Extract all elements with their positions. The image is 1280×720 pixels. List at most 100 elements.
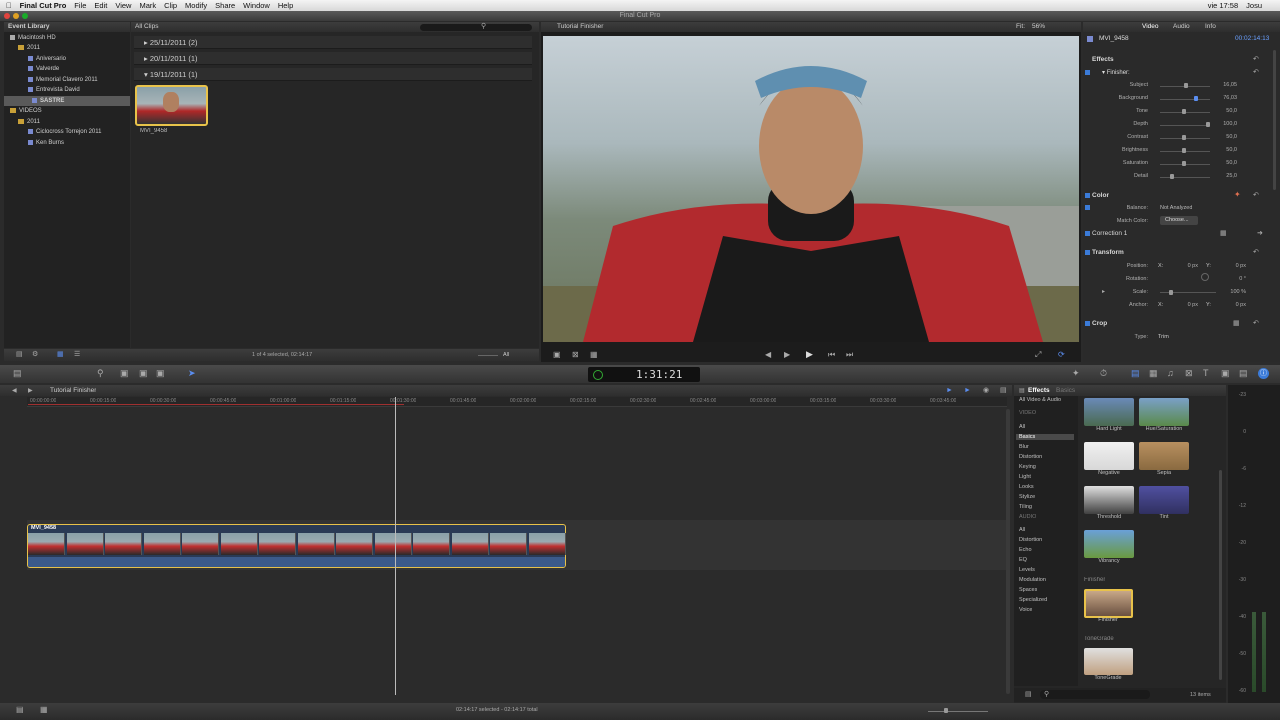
audio-category-item[interactable]: Echo: [1019, 547, 1032, 553]
clock[interactable]: vie 17:58: [1208, 1, 1238, 10]
library-item-entrevista-david[interactable]: Entrevista David: [0, 85, 130, 95]
sidebar-toggle-icon[interactable]: ▤: [1025, 691, 1032, 699]
crop-type-select[interactable]: Trim: [1158, 334, 1169, 340]
correction-checkbox[interactable]: [1085, 231, 1090, 236]
back-arrow-icon[interactable]: ◀: [12, 387, 17, 395]
select-tool-icon[interactable]: ➤: [188, 369, 196, 378]
inspector-scrollbar[interactable]: [1273, 50, 1276, 190]
category-all-video-audio[interactable]: All Video & Audio: [1019, 397, 1061, 403]
scale-value[interactable]: 100 %: [1206, 289, 1246, 295]
correction-title[interactable]: Correction 1: [1092, 230, 1127, 237]
position-y-value[interactable]: 0 px: [1206, 263, 1246, 269]
crop-checkbox[interactable]: [1085, 321, 1090, 326]
video-category-item[interactable]: Light: [1019, 474, 1031, 480]
tab-audio[interactable]: Audio: [1173, 23, 1190, 30]
param-value[interactable]: 50,0: [1197, 147, 1237, 153]
zoom-level[interactable]: 56%: [1032, 23, 1045, 30]
transitions-browser-icon[interactable]: ⊠: [1185, 369, 1193, 378]
record-voiceover-icon[interactable]: ▤: [13, 369, 22, 378]
date-group-20-11[interactable]: ▸ 20/11/2011 (1): [134, 52, 532, 65]
menu-window[interactable]: Window: [243, 1, 270, 10]
video-category-item[interactable]: Basics: [1016, 434, 1074, 440]
timeline-scrollbar[interactable]: [1006, 409, 1010, 694]
solo-icon[interactable]: ◉: [983, 387, 989, 395]
param-value[interactable]: 50,0: [1197, 108, 1237, 114]
audio-category-item[interactable]: EQ: [1019, 557, 1027, 563]
keyword-icon[interactable]: ⚲: [97, 369, 104, 378]
param-slider-knob[interactable]: [1182, 161, 1186, 166]
transform-icon[interactable]: ⊠: [572, 351, 579, 359]
music-browser-icon[interactable]: ♫: [1167, 369, 1174, 378]
go-to-end-icon[interactable]: ⏭: [846, 351, 853, 359]
next-frame-icon[interactable]: ▶: [784, 351, 790, 359]
effect-thumbnail[interactable]: [1139, 442, 1189, 470]
library-item-aniversario[interactable]: Aniversario: [0, 54, 130, 64]
audio-category-item[interactable]: Modulation: [1019, 577, 1046, 583]
video-category-item[interactable]: Blur: [1019, 444, 1029, 450]
menu-help[interactable]: Help: [278, 1, 293, 10]
video-category-item[interactable]: Looks: [1019, 484, 1034, 490]
param-value[interactable]: 25,0: [1197, 173, 1237, 179]
transform-checkbox[interactable]: [1085, 250, 1090, 255]
crop-icon[interactable]: ▦: [1233, 320, 1240, 328]
photo-browser-icon[interactable]: ▦: [1149, 369, 1158, 378]
retime-icon[interactable]: ⏱: [1100, 369, 1107, 378]
video-category-item[interactable]: Stylize: [1019, 494, 1035, 500]
reset-icon[interactable]: ↶: [1253, 192, 1259, 200]
library-item-videos[interactable]: VIDEOS: [0, 106, 130, 116]
scale-slider-knob[interactable]: [1169, 290, 1173, 295]
param-value[interactable]: 50,0: [1197, 134, 1237, 140]
tonegrade-effect-thumbnail[interactable]: [1084, 648, 1133, 675]
effect-thumbnail[interactable]: [1084, 442, 1134, 470]
viewer-layout-icon[interactable]: ▣: [553, 351, 561, 359]
param-value[interactable]: 100,0: [1197, 121, 1237, 127]
fullscreen-icon[interactable]: ⤢: [1035, 351, 1041, 359]
library-item-2011[interactable]: 2011: [0, 43, 130, 53]
gear-icon[interactable]: ⚙: [32, 351, 38, 359]
prev-frame-icon[interactable]: ◀: [765, 351, 771, 359]
themes-browser-icon[interactable]: ▤: [1239, 369, 1248, 378]
date-group-19-11[interactable]: ▾ 19/11/2011 (1): [134, 68, 532, 81]
param-value[interactable]: 76,03: [1197, 95, 1237, 101]
param-slider-knob[interactable]: [1182, 135, 1186, 140]
menu-modify[interactable]: Modify: [185, 1, 207, 10]
enhance-icon[interactable]: ✦: [1072, 369, 1080, 378]
library-item-memorial-clavero[interactable]: Memorial Clavero 2011: [0, 75, 130, 85]
close-window-icon[interactable]: [4, 13, 10, 19]
library-item-macintosh-hd[interactable]: Macintosh HD: [0, 33, 130, 43]
anchor-x-value[interactable]: 0 px: [1158, 302, 1198, 308]
app-menu[interactable]: Final Cut Pro: [20, 1, 67, 10]
minimize-window-icon[interactable]: [13, 13, 19, 19]
crop-section-title[interactable]: Crop: [1092, 320, 1107, 327]
arrow-icon[interactable]: ➜: [1257, 230, 1263, 238]
video-category-item[interactable]: All: [1019, 424, 1025, 430]
transform-section-title[interactable]: Transform: [1092, 249, 1124, 256]
param-slider-knob[interactable]: [1184, 83, 1188, 88]
audio-category-item[interactable]: All: [1019, 527, 1025, 533]
go-to-start-icon[interactable]: ⏮: [828, 351, 835, 359]
param-value[interactable]: 50,0: [1197, 160, 1237, 166]
clip-thumbnail[interactable]: [135, 85, 208, 126]
color-section-title[interactable]: Color: [1092, 192, 1109, 199]
color-enable-checkbox[interactable]: [1085, 193, 1090, 198]
timeline-zoom-slider[interactable]: [928, 711, 988, 712]
library-item-valverde[interactable]: Valverde: [0, 64, 130, 74]
browser-search-input[interactable]: [420, 24, 532, 31]
audio-category-item[interactable]: Spaces: [1019, 587, 1037, 593]
menu-edit[interactable]: Edit: [94, 1, 107, 10]
apple-icon[interactable]: : [6, 1, 12, 10]
list-view-icon[interactable]: ▤: [16, 351, 23, 359]
list-mode-icon[interactable]: ☰: [74, 351, 80, 359]
video-category-item[interactable]: Tiling: [1019, 504, 1032, 510]
crop-icon[interactable]: ▦: [590, 351, 598, 359]
library-item-videos-2011[interactable]: 2011: [0, 117, 130, 127]
finisher-effect-thumbnail[interactable]: [1084, 589, 1133, 618]
menu-clip[interactable]: Clip: [164, 1, 177, 10]
playhead[interactable]: [395, 397, 396, 695]
skimming-icon[interactable]: ►: [964, 387, 971, 395]
progress-ring-icon[interactable]: [593, 370, 603, 380]
timeline-zoom-knob[interactable]: [944, 708, 948, 713]
video-category-item[interactable]: Distortion: [1019, 454, 1042, 460]
library-item-sastre[interactable]: SASTRE: [4, 96, 130, 106]
param-slider-knob[interactable]: [1170, 174, 1174, 179]
